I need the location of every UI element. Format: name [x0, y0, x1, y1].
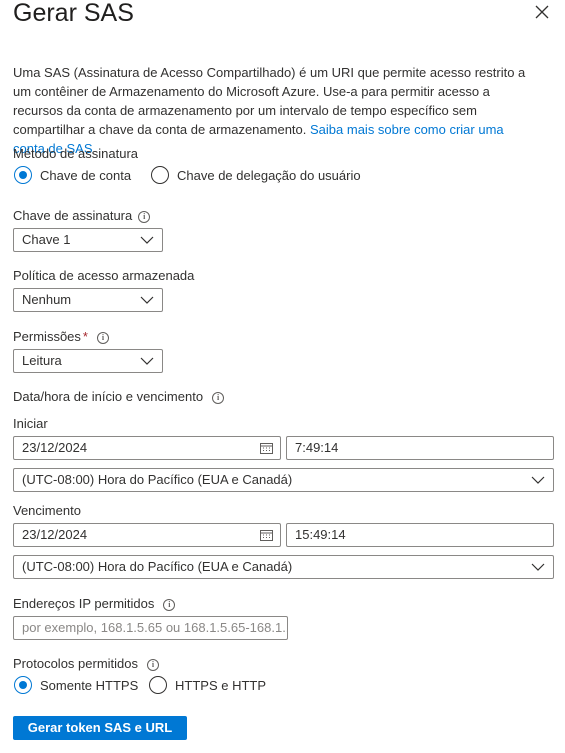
permissions-label: Permissões	[13, 329, 81, 344]
protocols-label-row: Protocolos permitidos i	[13, 656, 159, 671]
info-icon[interactable]: i	[212, 392, 225, 404]
radio-unselected-indicator	[149, 676, 167, 694]
expiry-timezone-select[interactable]: (UTC-08:00) Hora do Pacífico (EUA e Cana…	[13, 555, 554, 579]
chevron-down-icon	[531, 476, 545, 484]
chevron-down-icon	[140, 296, 154, 304]
allowed-ips-input[interactable]: por exemplo, 168.1.5.65 ou 168.1.5.65-16…	[13, 616, 288, 640]
info-icon[interactable]: i	[138, 211, 151, 223]
expiry-time-value: 15:49:14	[295, 527, 346, 542]
allowed-ips-label: Endereços IP permitidos	[13, 596, 155, 611]
calendar-icon[interactable]	[260, 442, 273, 454]
radio-user-delegation-key[interactable]: Chave de delegação do usuário	[151, 166, 361, 184]
expiry-date-value: 23/12/2024	[22, 527, 88, 542]
allowed-ips-label-row: Endereços IP permitidos i	[13, 596, 176, 611]
signing-key-select[interactable]: Chave 1	[13, 228, 163, 252]
datetime-label: Data/hora de início e vencimento	[13, 389, 204, 404]
permissions-value: Leitura	[22, 353, 62, 368]
radio-https-and-http[interactable]: HTTPS e HTTP	[149, 676, 266, 694]
signing-method-label: Método de assinatura	[13, 146, 139, 161]
expiry-time-input[interactable]: 15:49:14	[286, 523, 554, 547]
required-mark: *	[82, 329, 88, 344]
info-icon[interactable]: i	[163, 599, 176, 611]
signing-key-label: Chave de assinatura	[13, 208, 133, 223]
info-icon[interactable]: i	[147, 659, 159, 671]
info-icon[interactable]: i	[96, 332, 109, 344]
radio-account-key[interactable]: Chave de conta	[14, 166, 131, 184]
radio-https-and-http-label: HTTPS e HTTP	[175, 677, 267, 693]
permissions-label-row: Permissões * i	[13, 329, 109, 344]
start-label: Iniciar	[13, 416, 48, 431]
radio-https-only[interactable]: Somente HTTPS	[14, 676, 138, 694]
start-time-input[interactable]: 7:49:14	[286, 436, 554, 460]
start-timezone-value: (UTC-08:00) Hora do Pacífico (EUA e Cana…	[22, 472, 293, 487]
radio-https-only-label: Somente HTTPS	[40, 677, 139, 693]
stored-policy-select[interactable]: Nenhum	[13, 288, 163, 312]
datetime-label-row: Data/hora de início e vencimento i	[13, 389, 225, 404]
start-time-value: 7:49:14	[295, 440, 339, 455]
radio-user-delegation-key-label: Chave de delegação do usuário	[177, 167, 361, 183]
permissions-select[interactable]: Leitura	[13, 349, 163, 373]
generate-sas-button[interactable]: Gerar token SAS e URL	[13, 716, 187, 740]
chevron-down-icon	[531, 563, 545, 571]
panel-title: Gerar SAS	[13, 0, 134, 27]
signing-key-label-row: Chave de assinatura i	[13, 208, 151, 223]
start-date-value: 23/12/2024	[22, 440, 88, 455]
signing-key-value: Chave 1	[22, 232, 71, 247]
stored-policy-value: Nenhum	[22, 292, 72, 307]
start-timezone-select[interactable]: (UTC-08:00) Hora do Pacífico (EUA e Cana…	[13, 468, 554, 492]
calendar-icon[interactable]	[260, 529, 273, 541]
expiry-label: Vencimento	[13, 503, 81, 518]
allowed-ips-placeholder: por exemplo, 168.1.5.65 ou 168.1.5.65-16…	[22, 620, 288, 635]
close-icon[interactable]	[533, 3, 551, 21]
expiry-date-input[interactable]: 23/12/2024	[13, 523, 281, 547]
radio-unselected-indicator	[151, 166, 169, 184]
radio-selected-indicator	[14, 166, 32, 184]
chevron-down-icon	[140, 236, 154, 244]
chevron-down-icon	[140, 357, 154, 365]
start-date-input[interactable]: 23/12/2024	[13, 436, 281, 460]
radio-account-key-label: Chave de conta	[40, 167, 132, 183]
radio-selected-indicator	[14, 676, 32, 694]
expiry-timezone-value: (UTC-08:00) Hora do Pacífico (EUA e Cana…	[22, 559, 293, 574]
stored-policy-label: Política de acesso armazenada	[13, 268, 195, 283]
panel-description: Uma SAS (Assinatura de Acesso Compartilh…	[13, 63, 538, 158]
protocols-label: Protocolos permitidos	[13, 656, 138, 671]
